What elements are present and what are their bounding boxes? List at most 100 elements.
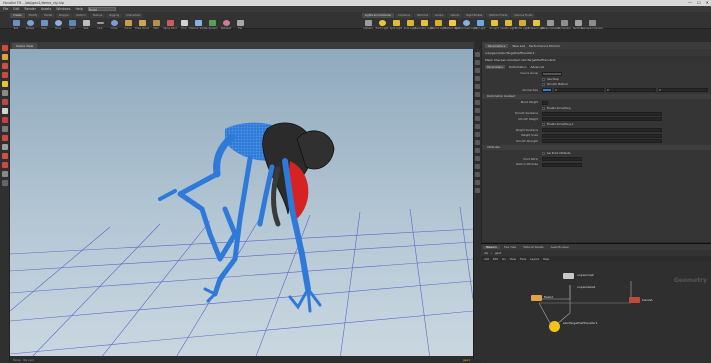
desktop-selector[interactable]: Build [87,7,116,12]
display-icon[interactable] [475,188,480,193]
section-attributes[interactable]: Attributes [482,145,711,150]
blend-weight-field[interactable] [542,100,548,105]
tool-caustic-light[interactable]: Caustic Light [500,20,516,30]
path-geo1[interactable]: geo1 [495,252,501,255]
display-icon[interactable] [475,100,480,105]
tool-font[interactable]: Font [178,20,190,30]
viewport-canvas[interactable] [9,49,474,360]
sel-point-attr-checkbox[interactable] [542,152,545,156]
display-icon[interactable] [475,164,480,169]
menu-render[interactable]: Render [25,7,36,11]
tab-asset-browser[interactable]: Asset Browser [548,246,572,249]
tab-material-palette[interactable]: Material Palette [520,246,546,249]
net-menu-edit[interactable]: Edit [493,258,498,261]
display-icon[interactable] [475,132,480,137]
shelf-tab[interactable]: Viscous Fluids [511,13,536,18]
normal-size-color[interactable] [542,88,552,93]
node-box[interactable] [549,321,560,332]
tab-take-list[interactable]: Take List [512,44,525,48]
network-canvas[interactable]: Geometry unpackrest fleshA unpackskel1 b… [481,263,711,363]
shelf-tab[interactable]: Lights and Cameras [362,13,394,18]
tool-metaball[interactable]: Metaball [220,20,232,30]
enable-smoothing-2-checkbox[interactable] [542,123,545,127]
display-icon[interactable] [475,140,480,145]
shelf-tab[interactable]: Particles [414,13,432,18]
tool-lsystem[interactable]: L-System [206,20,218,30]
subtab-deformation[interactable]: Deformation [509,65,526,69]
shelf-tab[interactable]: Model [41,13,56,18]
source-group-field[interactable] [542,71,562,76]
smooth-strength-slider[interactable] [542,139,662,144]
tool-gi-light[interactable]: GI Light [488,20,500,30]
display-icon[interactable] [475,156,480,161]
section-deformation-gradient[interactable]: Deformation Gradient [482,94,711,99]
subtab-parameters[interactable]: Parameters [485,65,506,69]
display-icon[interactable] [475,116,480,121]
tool-line[interactable]: Line [94,20,106,30]
node-box[interactable] [531,295,542,301]
display-icon[interactable] [475,108,480,113]
snap-tool-icon[interactable] [2,108,8,114]
magnet-tool-icon[interactable] [2,135,8,141]
net-menu-view[interactable]: View [510,258,516,261]
tool-spot-light[interactable]: Spot Light [390,20,402,30]
net-menu-layout[interactable]: Layout [530,258,539,261]
weight-scale-slider[interactable] [542,133,662,138]
view-tool-icon[interactable] [2,99,8,105]
render-region-icon[interactable] [2,171,8,177]
menu-assets[interactable]: Assets [41,7,51,11]
tool-volume-light[interactable]: Volume Light [430,20,446,30]
scale-tool-icon[interactable] [2,72,8,78]
shelf-tab[interactable]: Texture [89,13,106,18]
tool-file[interactable]: File [234,20,246,30]
tool-circle[interactable]: Circle [108,20,120,30]
normal-size-y[interactable]: 0 [606,88,656,93]
shelf-tab[interactable]: Polygon [56,13,73,18]
tool-torus[interactable]: Torus [52,20,64,30]
normal-size-x[interactable]: 0 [554,88,604,93]
smooth-weight-slider[interactable] [542,117,662,122]
shelf-tab[interactable]: Rigging [106,13,123,18]
display-icon[interactable] [475,68,480,73]
smooth-method-checkbox[interactable] [542,83,545,87]
net-menu-help[interactable]: Help [543,258,549,261]
display-icon[interactable] [475,60,480,65]
tool-sphere[interactable]: Sphere [24,20,36,30]
tool-platonic[interactable]: Platonic Solids [189,20,207,30]
select-tool-icon[interactable] [2,45,8,51]
tool-geometry-light[interactable]: Geometry Light [415,20,433,30]
tool-camera[interactable]: Camera [362,20,374,30]
point-attrib-field[interactable] [542,157,582,162]
shelf-tab[interactable]: Create [10,13,25,18]
tool-environment-light[interactable]: Environment Light [455,20,477,30]
tool-stereo-camera[interactable]: Stereo Camera [541,20,559,30]
display-icon[interactable] [475,76,480,81]
tab-network[interactable]: Network [483,245,500,249]
paint-tool-icon[interactable] [2,117,8,123]
net-menu-add[interactable]: Add [484,258,489,261]
display-icon[interactable] [475,92,480,97]
tool-portal-light[interactable]: Portal Light [515,20,529,30]
tab-performance[interactable]: Performance Monitor [529,44,560,48]
tab-parameters[interactable]: Parameters [485,43,509,48]
brush-tool-icon[interactable] [2,144,8,150]
smooth-iterations-slider[interactable] [542,111,662,116]
shelf-tab[interactable]: Characters [123,13,144,18]
display-icon[interactable] [475,52,480,57]
menu-windows[interactable]: Windows [56,7,70,11]
cut-tool-icon[interactable] [2,162,8,168]
shelf-tab[interactable]: Rigid Bodies [463,13,486,18]
tool-path[interactable]: Path [150,20,162,30]
display-icon[interactable] [475,172,480,177]
node-path[interactable]: /obj/geo1/skinTargetDefTransfer1 [485,51,535,55]
menu-file[interactable]: File [3,7,8,11]
handle-tool-icon[interactable] [2,81,8,87]
display-icon[interactable] [475,84,480,89]
deform-attribute-field[interactable] [542,162,582,167]
node-box[interactable] [629,297,640,303]
shelf-tab[interactable]: Grains [432,13,447,18]
tab-scene-view[interactable]: Scene View [12,42,38,49]
pose-tool-icon[interactable] [2,90,8,96]
menu-edit[interactable]: Edit [13,7,19,11]
subtab-advanced[interactable]: Advanced [530,65,544,69]
